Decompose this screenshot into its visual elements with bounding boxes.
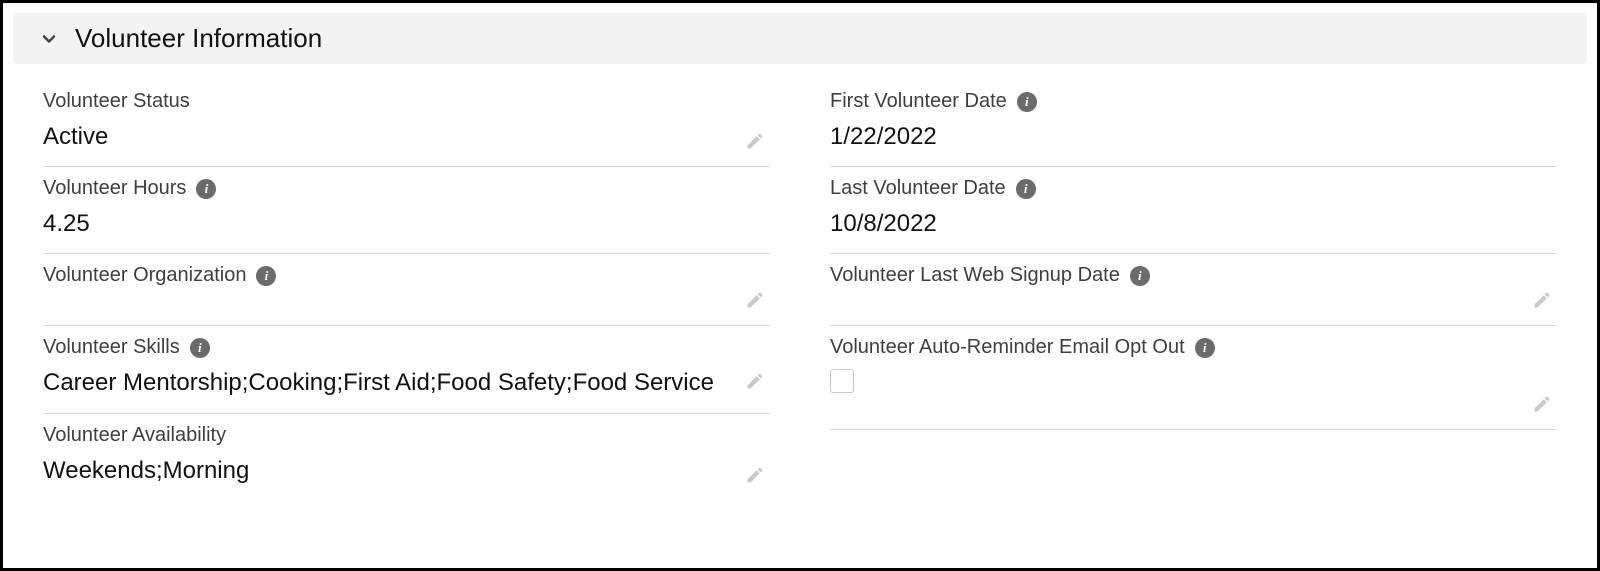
field-last-web-signup-date: Volunteer Last Web Signup Date i <box>830 254 1557 326</box>
info-icon[interactable]: i <box>196 179 216 199</box>
label-volunteer-skills: Volunteer Skills <box>43 336 180 359</box>
label-volunteer-availability: Volunteer Availability <box>43 424 226 447</box>
info-icon[interactable]: i <box>1130 266 1150 286</box>
info-icon[interactable]: i <box>1195 338 1215 358</box>
info-icon[interactable]: i <box>256 266 276 286</box>
label-volunteer-hours: Volunteer Hours <box>43 177 186 200</box>
pencil-icon[interactable] <box>744 289 766 311</box>
pencil-icon[interactable] <box>1531 393 1553 415</box>
value-volunteer-skills: Career Mentorship;Cooking;First Aid;Food… <box>43 367 770 398</box>
pencil-icon[interactable] <box>744 370 766 392</box>
section-volunteer-info: Volunteer Information Volunteer Status A… <box>3 13 1597 500</box>
value-volunteer-availability: Weekends;Morning <box>43 455 770 486</box>
label-volunteer-organization: Volunteer Organization <box>43 264 246 287</box>
pencil-icon[interactable] <box>744 130 766 152</box>
label-auto-reminder-optout: Volunteer Auto-Reminder Email Opt Out <box>830 336 1185 359</box>
label-volunteer-status: Volunteer Status <box>43 90 190 113</box>
info-icon[interactable]: i <box>1016 179 1036 199</box>
field-volunteer-skills: Volunteer Skills i Career Mentorship;Coo… <box>43 326 770 413</box>
checkbox-auto-reminder-optout[interactable] <box>830 369 854 393</box>
field-last-volunteer-date: Last Volunteer Date i 10/8/2022 <box>830 167 1557 254</box>
label-last-web-signup-date: Volunteer Last Web Signup Date <box>830 264 1120 287</box>
section-header[interactable]: Volunteer Information <box>13 13 1587 64</box>
value-volunteer-hours: 4.25 <box>43 208 770 239</box>
field-volunteer-organization: Volunteer Organization i <box>43 254 770 326</box>
pencil-icon[interactable] <box>1531 289 1553 311</box>
field-volunteer-hours: Volunteer Hours i 4.25 <box>43 167 770 254</box>
info-icon[interactable]: i <box>1017 92 1037 112</box>
field-auto-reminder-optout: Volunteer Auto-Reminder Email Opt Out i <box>830 326 1557 430</box>
info-icon[interactable]: i <box>190 338 210 358</box>
value-volunteer-status: Active <box>43 121 770 152</box>
section-title: Volunteer Information <box>75 23 322 54</box>
label-first-volunteer-date: First Volunteer Date <box>830 90 1007 113</box>
field-volunteer-status: Volunteer Status Active <box>43 80 770 167</box>
pencil-icon[interactable] <box>744 464 766 486</box>
field-first-volunteer-date: First Volunteer Date i 1/22/2022 <box>830 80 1557 167</box>
chevron-down-icon <box>37 27 61 51</box>
field-volunteer-availability: Volunteer Availability Weekends;Morning <box>43 414 770 500</box>
label-last-volunteer-date: Last Volunteer Date <box>830 177 1006 200</box>
value-last-volunteer-date: 10/8/2022 <box>830 208 1557 239</box>
value-first-volunteer-date: 1/22/2022 <box>830 121 1557 152</box>
